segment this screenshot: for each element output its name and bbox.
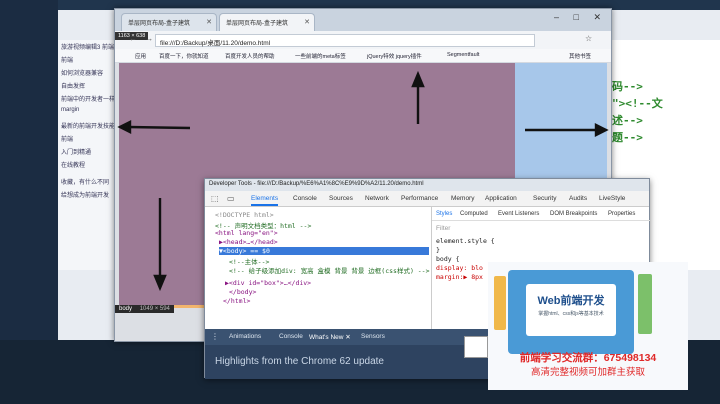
dom-tree: <!DOCTYPE html> <!-- 声明文档类型：html --> <ht… bbox=[205, 207, 431, 329]
dom-line-selected[interactable]: ▼<body> == $0 bbox=[219, 247, 429, 255]
styles-subtabs: Styles Computed Event Listeners DOM Brea… bbox=[432, 207, 650, 221]
drawer-message: Highlights from the Chrome 62 update bbox=[215, 356, 384, 367]
style-rule-line[interactable]: display: blo bbox=[436, 264, 495, 273]
devtools-tabbar: ⬚ ▭ Elements Console Sources Network Per… bbox=[205, 191, 649, 207]
promo-tip: 高清完整视频可加群主获取 bbox=[530, 367, 645, 378]
promo-subtitle: 掌握html、css和js等基本技术 bbox=[538, 311, 604, 317]
promo-qq-group: 前端学习交流群：675498134 bbox=[519, 352, 657, 364]
dom-line[interactable]: </body> bbox=[229, 288, 256, 296]
tab-console[interactable]: Console bbox=[293, 195, 317, 202]
arrow-up-head bbox=[411, 70, 425, 88]
arrow-right-head bbox=[594, 123, 609, 137]
dom-line[interactable]: <!-- 给子级添加div: 宽高 盒模 背景 背景 边框(css样式) --> bbox=[229, 265, 430, 275]
style-rule-line[interactable]: margin:▶ 8px bbox=[436, 273, 495, 282]
subtab-event-listeners[interactable]: Event Listeners bbox=[498, 211, 539, 217]
subtab-styles[interactable]: Styles bbox=[436, 211, 452, 217]
drawer-tab-whats-new[interactable]: What's New ✕ bbox=[309, 333, 351, 341]
promo-title: Web前端开发 bbox=[537, 295, 605, 307]
styles-filter-input[interactable]: Filter bbox=[436, 225, 450, 232]
tab-application[interactable]: Application bbox=[485, 195, 517, 202]
tab-security[interactable]: Security bbox=[533, 195, 556, 202]
promo-overlay: Web前端开发 掌握html、css和js等基本技术 前端学习交流群：67549… bbox=[488, 262, 688, 390]
drawer-tab-console[interactable]: Console bbox=[279, 333, 303, 340]
drawer-menu-icon[interactable]: ⋮ bbox=[211, 332, 219, 341]
arrow-down-head bbox=[153, 274, 167, 292]
dom-line[interactable]: <html lang="en"> bbox=[215, 229, 278, 237]
tab-performance[interactable]: Performance bbox=[401, 195, 438, 202]
tab-network[interactable]: Network bbox=[365, 195, 389, 202]
floating-widget[interactable] bbox=[464, 336, 488, 358]
device-icon[interactable]: ▭ bbox=[227, 194, 235, 203]
drawer-tab-animations[interactable]: Animations bbox=[229, 333, 261, 340]
devtools-title: Developer Tools - file:///D:/Backup/%E6%… bbox=[205, 179, 649, 191]
dom-line[interactable]: </html> bbox=[223, 297, 250, 305]
tab-livestyle[interactable]: LiveStyle bbox=[599, 195, 625, 202]
subtab-dom-breakpoints[interactable]: DOM Breakpoints bbox=[550, 211, 597, 217]
promo-decoration bbox=[638, 274, 652, 334]
inspect-icon[interactable]: ⬚ bbox=[211, 194, 219, 203]
drawer-tab-sensors[interactable]: Sensors bbox=[361, 333, 385, 340]
promo-card: Web前端开发 掌握html、css和js等基本技术 bbox=[508, 270, 634, 354]
promo-screen: Web前端开发 掌握html、css和js等基本技术 bbox=[526, 284, 616, 336]
dom-line[interactable]: <!DOCTYPE html> bbox=[215, 211, 274, 219]
dom-line[interactable]: ▶<head>…</head> bbox=[219, 238, 278, 246]
tab-sources[interactable]: Sources bbox=[329, 195, 353, 202]
arrow-left-head bbox=[117, 120, 132, 134]
promo-decoration bbox=[494, 276, 506, 330]
style-rules: element.style { } body { display: blo ma… bbox=[436, 237, 495, 282]
tab-elements[interactable]: Elements bbox=[251, 195, 279, 206]
style-rule-line: } bbox=[436, 246, 440, 254]
tab-audits[interactable]: Audits bbox=[569, 195, 587, 202]
subtab-computed[interactable]: Computed bbox=[460, 211, 488, 217]
tab-memory[interactable]: Memory bbox=[451, 195, 474, 202]
subtab-properties[interactable]: Properties bbox=[608, 211, 635, 217]
style-rule-line: body { bbox=[436, 255, 460, 263]
dom-line[interactable]: ▶<div id="box">…</div> bbox=[225, 279, 311, 287]
arrow-left bbox=[127, 125, 191, 130]
style-rule-line: element.style { bbox=[436, 237, 495, 245]
